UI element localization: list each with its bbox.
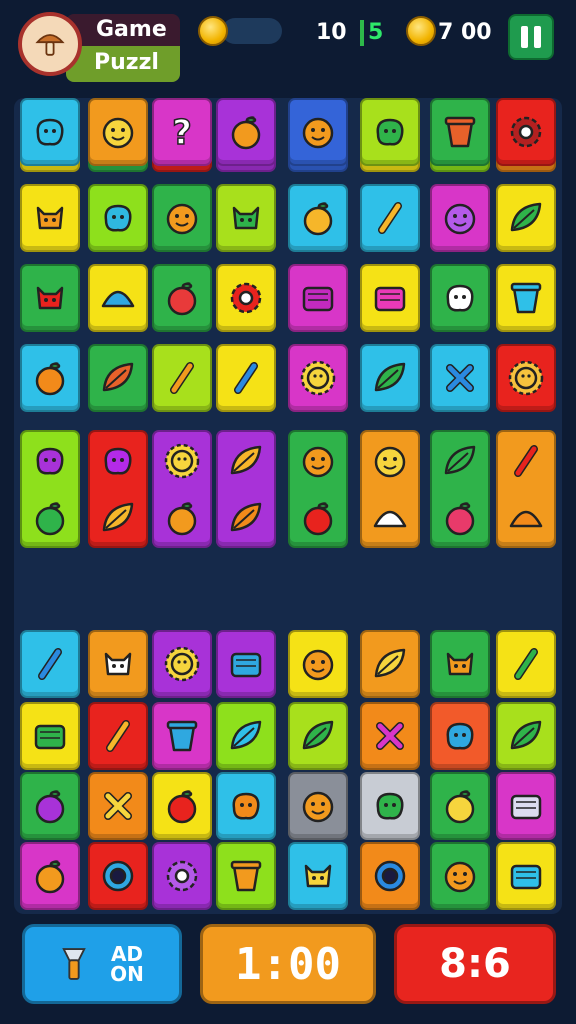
game-tile[interactable] — [430, 772, 490, 840]
game-tile[interactable] — [360, 98, 420, 166]
game-tile[interactable] — [88, 630, 148, 698]
game-tile[interactable] — [360, 430, 420, 548]
game-tile[interactable] — [152, 702, 212, 770]
game-tile[interactable] — [496, 264, 556, 332]
game-tile[interactable] — [430, 630, 490, 698]
game-tile[interactable] — [496, 98, 556, 166]
game-tile[interactable] — [152, 264, 212, 332]
game-tile[interactable] — [88, 98, 148, 166]
game-tile[interactable] — [360, 842, 420, 910]
game-tile[interactable] — [88, 842, 148, 910]
game-tile[interactable] — [496, 430, 556, 548]
game-tile[interactable] — [496, 630, 556, 698]
game-tile[interactable] — [360, 264, 420, 332]
stat-divider — [360, 20, 364, 46]
stat-left: 10 — [316, 20, 347, 45]
game-tile[interactable] — [152, 344, 212, 412]
game-tile[interactable] — [88, 344, 148, 412]
game-tile[interactable] — [288, 264, 348, 332]
game-tile[interactable] — [430, 264, 490, 332]
game-tile[interactable] — [430, 184, 490, 252]
flashlight-icon — [62, 948, 86, 980]
timer-display[interactable]: 1:00 — [200, 924, 376, 1004]
coin-icon — [406, 16, 436, 46]
game-tile[interactable] — [496, 772, 556, 840]
top-bar: Game Puzzl 10 5 7 00 — [0, 0, 576, 90]
game-tile[interactable] — [152, 630, 212, 698]
game-tile[interactable] — [216, 430, 276, 548]
game-tile[interactable] — [216, 98, 276, 166]
game-tile[interactable] — [216, 344, 276, 412]
game-tile[interactable] — [430, 98, 490, 166]
game-tile[interactable] — [216, 772, 276, 840]
game-tile[interactable] — [152, 184, 212, 252]
game-tile[interactable] — [216, 184, 276, 252]
game-tile[interactable] — [288, 98, 348, 166]
game-tile[interactable] — [288, 842, 348, 910]
hint-label: AD ON — [110, 942, 144, 986]
game-tile[interactable] — [216, 702, 276, 770]
game-tile[interactable] — [20, 184, 80, 252]
stat-mid: 5 — [368, 20, 384, 45]
game-tile[interactable] — [430, 842, 490, 910]
game-tile[interactable] — [88, 264, 148, 332]
svg-text:?: ? — [172, 113, 192, 152]
game-tile[interactable] — [216, 842, 276, 910]
game-tile[interactable] — [288, 630, 348, 698]
coin-meter — [222, 18, 282, 44]
game-tile[interactable] — [20, 430, 80, 548]
game-tile[interactable] — [20, 630, 80, 698]
title-line-2: Puzzl — [66, 46, 180, 82]
game-tile[interactable] — [20, 344, 80, 412]
game-tile[interactable] — [20, 98, 80, 166]
score-display[interactable]: 8:6 — [394, 924, 556, 1004]
game-tile[interactable] — [88, 430, 148, 548]
game-tile[interactable] — [216, 264, 276, 332]
game-tile[interactable] — [360, 184, 420, 252]
game-tile[interactable] — [20, 264, 80, 332]
game-tile[interactable] — [430, 430, 490, 548]
game-tile[interactable] — [496, 184, 556, 252]
game-tile[interactable] — [360, 702, 420, 770]
game-tile[interactable] — [496, 842, 556, 910]
game-tile[interactable] — [20, 702, 80, 770]
game-tile[interactable] — [430, 702, 490, 770]
game-tile[interactable] — [288, 184, 348, 252]
game-tile[interactable] — [430, 344, 490, 412]
pause-button[interactable] — [508, 14, 554, 60]
game-tile[interactable] — [288, 702, 348, 770]
hint-button[interactable]: AD ON — [22, 924, 182, 1004]
tile-board: ? — [14, 98, 562, 914]
title-line-1: Game — [66, 14, 180, 46]
game-tile[interactable]: ? — [152, 98, 212, 166]
game-tile[interactable] — [360, 630, 420, 698]
game-tile[interactable] — [288, 772, 348, 840]
game-tile[interactable] — [288, 344, 348, 412]
game-title: Game Puzzl — [66, 14, 180, 82]
game-tile[interactable] — [88, 184, 148, 252]
coin-icon — [198, 16, 228, 46]
coins-value: 7 00 — [438, 20, 492, 45]
game-tile[interactable] — [88, 772, 148, 840]
game-tile[interactable] — [288, 430, 348, 548]
game-tile[interactable] — [20, 842, 80, 910]
game-tile[interactable] — [20, 772, 80, 840]
bottom-bar: AD ON 1:00 8:6 — [0, 916, 576, 1024]
game-tile[interactable] — [360, 344, 420, 412]
pause-icon — [521, 26, 528, 48]
game-tile[interactable] — [152, 430, 212, 548]
game-tile[interactable] — [360, 772, 420, 840]
mushroom-logo-icon[interactable] — [18, 12, 82, 76]
game-tile[interactable] — [152, 842, 212, 910]
game-tile[interactable] — [88, 702, 148, 770]
game-tile[interactable] — [496, 344, 556, 412]
game-tile[interactable] — [496, 702, 556, 770]
game-tile[interactable] — [216, 630, 276, 698]
game-tile[interactable] — [152, 772, 212, 840]
